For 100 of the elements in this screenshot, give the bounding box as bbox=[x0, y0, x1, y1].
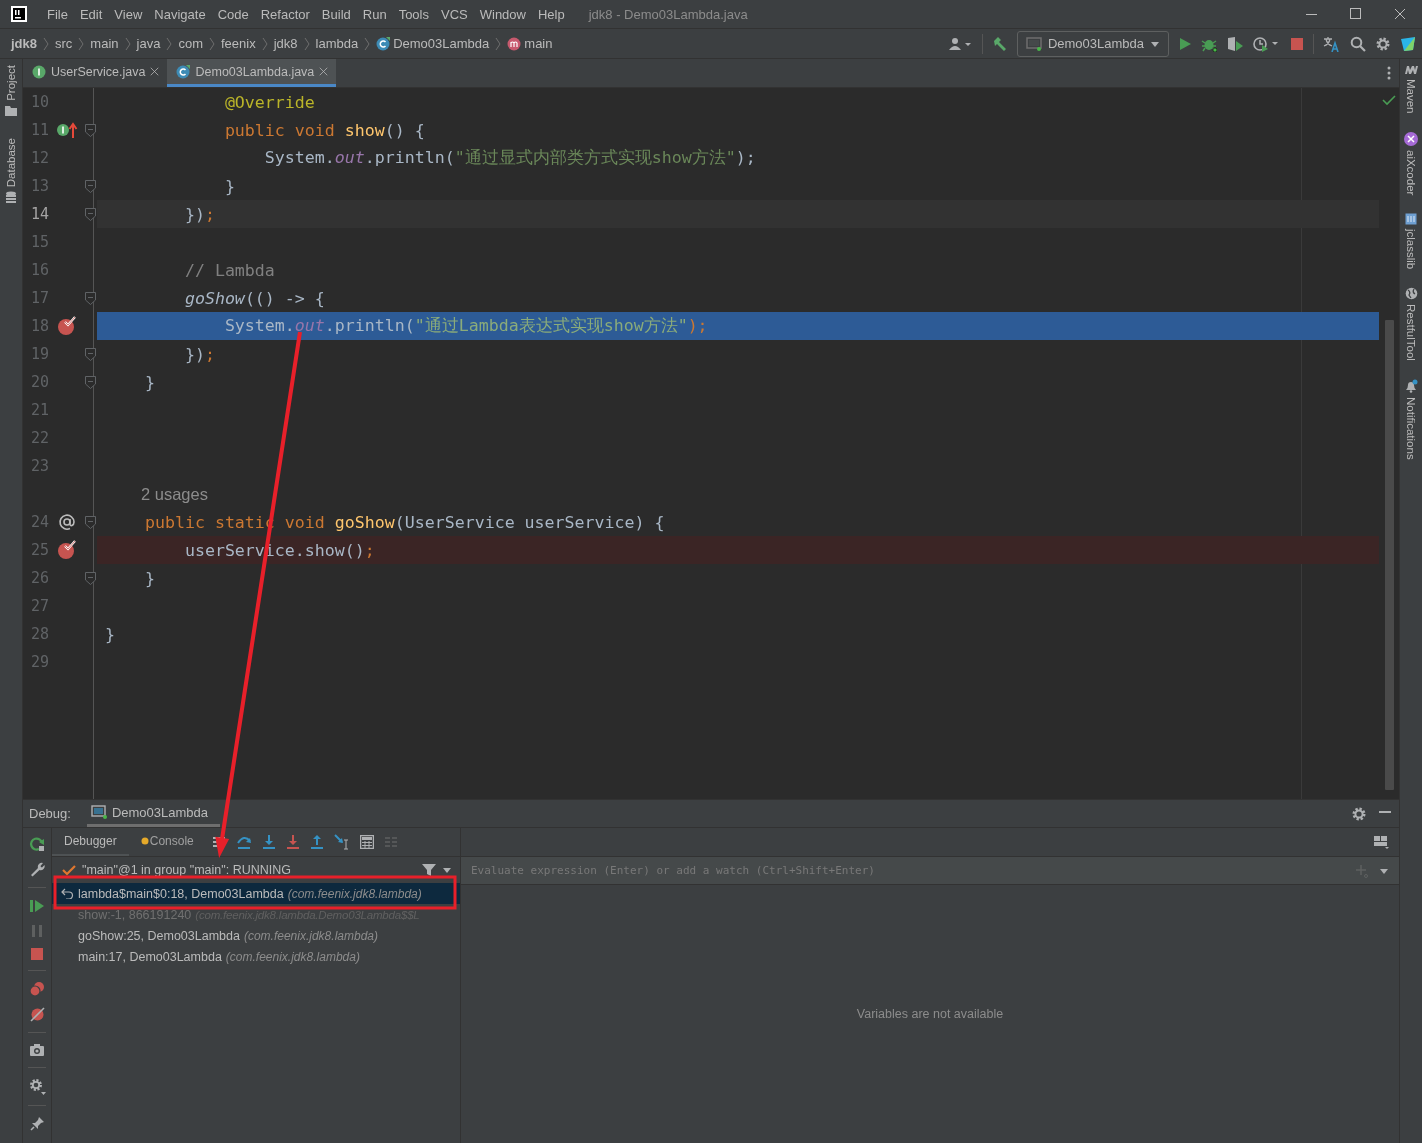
scrollbar[interactable] bbox=[1384, 320, 1394, 790]
menu-item[interactable]: Tools bbox=[392, 6, 435, 22]
close-icon[interactable] bbox=[1394, 8, 1406, 20]
breakpoint-icon[interactable] bbox=[57, 540, 77, 560]
stack-frame[interactable]: lambda$main$0:18, Demo03Lambda (com.feenix.jdk8.lambda) bbox=[52, 883, 460, 904]
menu-item[interactable]: Window bbox=[473, 6, 532, 22]
wrench-icon[interactable] bbox=[29, 862, 45, 877]
camera-icon[interactable] bbox=[29, 1043, 45, 1057]
editor-tab[interactable]: Demo03Lambda.java bbox=[167, 59, 337, 87]
line-number: 23 bbox=[29, 457, 49, 475]
breadcrumb[interactable]: com bbox=[173, 36, 208, 51]
breadcrumb[interactable]: jdk8 bbox=[6, 36, 42, 51]
coverage-icon[interactable] bbox=[1226, 35, 1244, 52]
line-number: 25 bbox=[29, 541, 49, 559]
bell-icon bbox=[1404, 379, 1418, 394]
breakpoints-icon[interactable] bbox=[29, 981, 45, 997]
menu-item[interactable]: File bbox=[41, 6, 74, 22]
breakpoint-icon[interactable] bbox=[57, 316, 77, 336]
breadcrumb[interactable]: lambda bbox=[310, 36, 364, 51]
tool-window-button[interactable]: Maven bbox=[1404, 65, 1418, 114]
stack-frame[interactable]: goShow:25, Demo03Lambda (com.feenix.jdk8.lambda) bbox=[52, 925, 460, 946]
mute-breakpoints-icon[interactable] bbox=[29, 1007, 45, 1022]
menu-item[interactable]: Code bbox=[211, 6, 255, 22]
fold-marker-icon[interactable] bbox=[84, 207, 96, 221]
caret-icon[interactable] bbox=[1379, 866, 1389, 875]
menu-item[interactable]: Edit bbox=[73, 6, 109, 22]
chevron-icon bbox=[124, 36, 131, 51]
settings-icon[interactable] bbox=[1375, 35, 1391, 52]
fold-marker-icon[interactable] bbox=[84, 291, 96, 305]
stop-icon[interactable] bbox=[1290, 36, 1304, 51]
plugin-logo-icon[interactable] bbox=[1400, 35, 1416, 52]
at-sign-icon[interactable] bbox=[58, 513, 76, 531]
translate-icon[interactable] bbox=[1323, 35, 1341, 52]
code-line: public void show() { bbox=[223, 120, 425, 140]
menu-item[interactable]: Navigate bbox=[148, 6, 212, 22]
menu-item[interactable]: Build bbox=[315, 6, 357, 22]
fold-marker-icon[interactable] bbox=[84, 571, 96, 585]
breadcrumb[interactable]: Demo03Lambda bbox=[371, 36, 495, 51]
run-config-dropdown[interactable]: Demo03Lambda bbox=[1016, 30, 1169, 57]
fold-marker-icon[interactable] bbox=[84, 123, 96, 137]
debugger-tab[interactable]: Console bbox=[128, 828, 206, 856]
user-icon[interactable] bbox=[948, 36, 973, 51]
breadcrumb[interactable]: src bbox=[50, 36, 78, 51]
settings-icon[interactable] bbox=[1351, 805, 1367, 822]
step-into-icon[interactable] bbox=[261, 834, 276, 850]
search-icon[interactable] bbox=[1350, 35, 1366, 52]
resume-icon[interactable] bbox=[29, 898, 45, 914]
breadcrumb[interactable]: java bbox=[131, 36, 166, 51]
breadcrumb[interactable]: main bbox=[502, 36, 558, 51]
tool-window-button[interactable]: Database bbox=[5, 137, 17, 204]
code-line: }); bbox=[183, 204, 215, 224]
hammer-icon[interactable] bbox=[991, 35, 1008, 52]
filter-icon[interactable] bbox=[422, 863, 436, 877]
empty-message: Variables are not available bbox=[856, 1007, 1004, 1021]
run-to-cursor-icon[interactable] bbox=[333, 834, 350, 850]
fold-marker-icon[interactable] bbox=[84, 347, 96, 361]
line-number: 16 bbox=[29, 261, 49, 279]
tab-close-icon[interactable] bbox=[150, 67, 160, 76]
tab-close-icon[interactable] bbox=[319, 67, 329, 76]
breadcrumb[interactable]: main bbox=[85, 36, 124, 51]
chevron-icon bbox=[78, 36, 85, 51]
class-icon bbox=[176, 64, 191, 79]
calculator-icon[interactable] bbox=[359, 835, 374, 849]
menu-item[interactable]: View bbox=[108, 6, 149, 22]
run-icon[interactable] bbox=[1178, 36, 1192, 51]
fold-marker-icon[interactable] bbox=[84, 375, 96, 389]
line-number: 18 bbox=[29, 317, 49, 335]
menu-item[interactable]: Refactor bbox=[254, 6, 316, 22]
tool-window-button[interactable]: Project bbox=[5, 65, 17, 116]
menu-item[interactable]: Help bbox=[531, 6, 571, 22]
maximize-icon[interactable] bbox=[1350, 8, 1362, 20]
tool-window-button[interactable]: aiXcoder bbox=[1404, 131, 1418, 195]
settings-icon[interactable] bbox=[28, 1078, 46, 1095]
tool-window-button[interactable]: jclasslib bbox=[1405, 212, 1417, 270]
rerun-icon[interactable] bbox=[29, 836, 45, 852]
thread-status[interactable]: "main"@1 in group "main": RUNNING bbox=[82, 863, 416, 877]
menu-item[interactable]: Run bbox=[356, 6, 393, 22]
monitor-icon bbox=[90, 805, 107, 819]
profiler-icon[interactable] bbox=[1253, 35, 1281, 52]
pin-icon[interactable] bbox=[29, 1116, 45, 1131]
code-line: goShow(() -> { bbox=[183, 288, 325, 308]
fold-marker-icon[interactable] bbox=[84, 515, 96, 529]
line-number: 19 bbox=[29, 345, 49, 363]
step-out-icon[interactable] bbox=[309, 834, 324, 850]
caret-icon[interactable] bbox=[442, 866, 452, 874]
breadcrumb[interactable]: feenix bbox=[215, 36, 261, 51]
bytecode-icon bbox=[1405, 212, 1417, 225]
tool-window-button[interactable]: RestfulTool bbox=[1404, 287, 1418, 362]
breadcrumb[interactable]: jdk8 bbox=[268, 36, 303, 51]
implements-gutter-icon[interactable] bbox=[56, 121, 78, 139]
fold-marker-icon[interactable] bbox=[84, 179, 96, 193]
menu-item[interactable]: VCS bbox=[435, 6, 474, 22]
more-icon[interactable] bbox=[1387, 66, 1391, 80]
force-step-into-icon[interactable] bbox=[285, 834, 300, 850]
stack-frame[interactable]: main:17, Demo03Lambda (com.feenix.jdk8.lambda) bbox=[52, 946, 460, 967]
caret-icon bbox=[1150, 39, 1160, 48]
tool-window-button[interactable]: Notifications bbox=[1404, 379, 1418, 460]
step-over-icon[interactable] bbox=[235, 834, 252, 850]
usages-hint[interactable]: 2 usages bbox=[141, 484, 208, 504]
layout-icon[interactable] bbox=[1373, 835, 1389, 849]
